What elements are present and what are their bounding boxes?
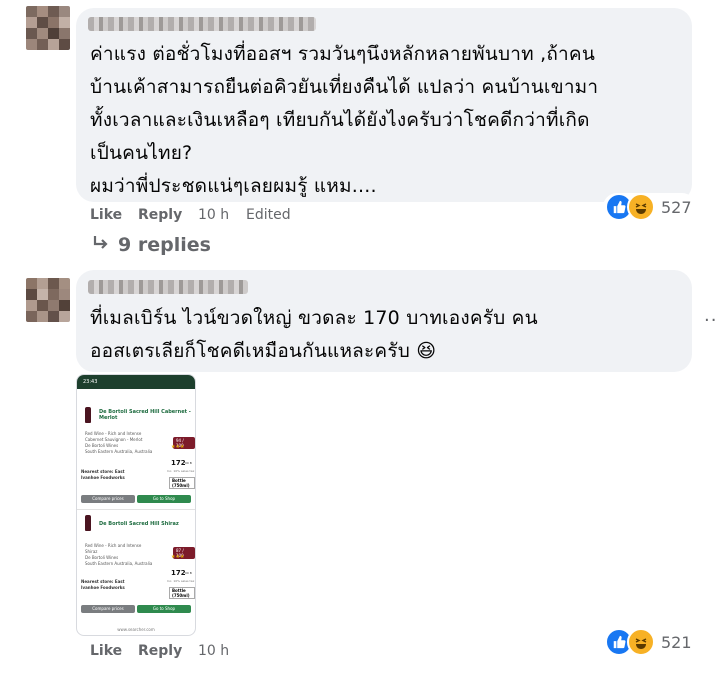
price-note: Inc. 10% sales tax <box>167 579 195 583</box>
haha-reaction-icon <box>627 628 655 656</box>
comment-timestamp[interactable]: 10 h <box>198 643 229 659</box>
phone-status-bar: 23:43 <box>77 375 195 389</box>
reaction-count: 527 <box>661 197 692 217</box>
commenter-name[interactable] <box>88 17 316 31</box>
compare-prices-button[interactable]: Compare prices <box>81 495 135 503</box>
more-options-icon[interactable]: ··· <box>704 310 717 331</box>
comment-timestamp[interactable]: 10 h <box>198 207 229 223</box>
wine-stars: ★★★ <box>171 444 185 450</box>
reply-button[interactable]: Reply <box>138 643 182 659</box>
haha-reaction-icon <box>627 193 655 221</box>
reaction-count: 521 <box>661 632 692 652</box>
reply-button[interactable]: Reply <box>138 207 182 223</box>
wine-card: De Bortoli Sacred Hill Cabernet - Merlot <box>99 409 191 421</box>
wine-detail: South Eastern Australia, Australia <box>85 561 153 566</box>
page-url: www.searcher.com <box>117 627 155 632</box>
wine-bottle-image <box>85 407 91 423</box>
reaction-summary[interactable]: 521 <box>603 628 696 656</box>
wine-stars: ★★★ <box>171 554 185 560</box>
commenter-avatar[interactable] <box>26 278 70 322</box>
price-note: Inc. 10% sales tax <box>167 469 195 473</box>
nearest-store: Nearest store: East Ivanhoe Foodworks <box>81 469 125 480</box>
price-decimal: 00 B <box>185 571 192 575</box>
compare-prices-button[interactable]: Compare prices <box>81 605 135 613</box>
comment-bubble: ที่เมลเบิร์น ไวน์ขวดใหญ่ ขวดละ 170 บาทเอ… <box>76 270 692 372</box>
reaction-summary[interactable]: 527 <box>603 193 696 221</box>
wine-details: Red Wine - Rich and Intense Cabernet Sau… <box>85 431 155 455</box>
bottle-size: Bottle (750ml) <box>169 477 195 489</box>
attached-image[interactable]: 23:43 De Bortoli Sacred Hill Cabernet - … <box>76 374 196 636</box>
go-to-shop-button[interactable]: Go to Shop <box>137 495 191 503</box>
wine-name: De Bortoli Sacred Hill Cabernet - Merlot <box>99 409 191 421</box>
card-divider <box>77 509 195 510</box>
comment-bubble: ค่าแรง ต่อชั่วโมงที่ออสฯ รวมวันๆนึงหลักห… <box>76 8 692 202</box>
like-button[interactable]: Like <box>90 207 122 223</box>
wine-price: 172 <box>171 569 186 577</box>
comment-text: ที่เมลเบิร์น ไวน์ขวดใหญ่ ขวดละ 170 บาทเอ… <box>90 307 538 362</box>
go-to-shop-button[interactable]: Go to Shop <box>137 605 191 613</box>
wine-details: Red Wine - Rich and Intense Shiraz De Bo… <box>85 543 155 567</box>
wine-price: 172 <box>171 459 186 467</box>
like-button[interactable]: Like <box>90 643 122 659</box>
reply-arrow-icon <box>92 234 110 256</box>
comment-text: ค่าแรง ต่อชั่วโมงที่ออสฯ รวมวันๆนึงหลักห… <box>90 43 599 197</box>
nearest-store: Nearest store: East Ivanhoe Foodworks <box>81 579 125 590</box>
edited-label[interactable]: Edited <box>246 207 291 223</box>
bottle-size: Bottle (750ml) <box>169 587 195 599</box>
view-replies-link[interactable]: 9 replies <box>92 234 211 256</box>
wine-card: De Bortoli Sacred Hill Shiraz <box>99 521 191 527</box>
wine-detail: South Eastern Australia, Australia <box>85 449 153 454</box>
price-decimal: 00 B <box>185 461 192 465</box>
commenter-name[interactable] <box>88 280 248 294</box>
replies-count-label: 9 replies <box>118 234 211 256</box>
wine-bottle-image <box>85 515 91 531</box>
commenter-avatar[interactable] <box>26 6 70 50</box>
wine-name: De Bortoli Sacred Hill Shiraz <box>99 521 179 527</box>
